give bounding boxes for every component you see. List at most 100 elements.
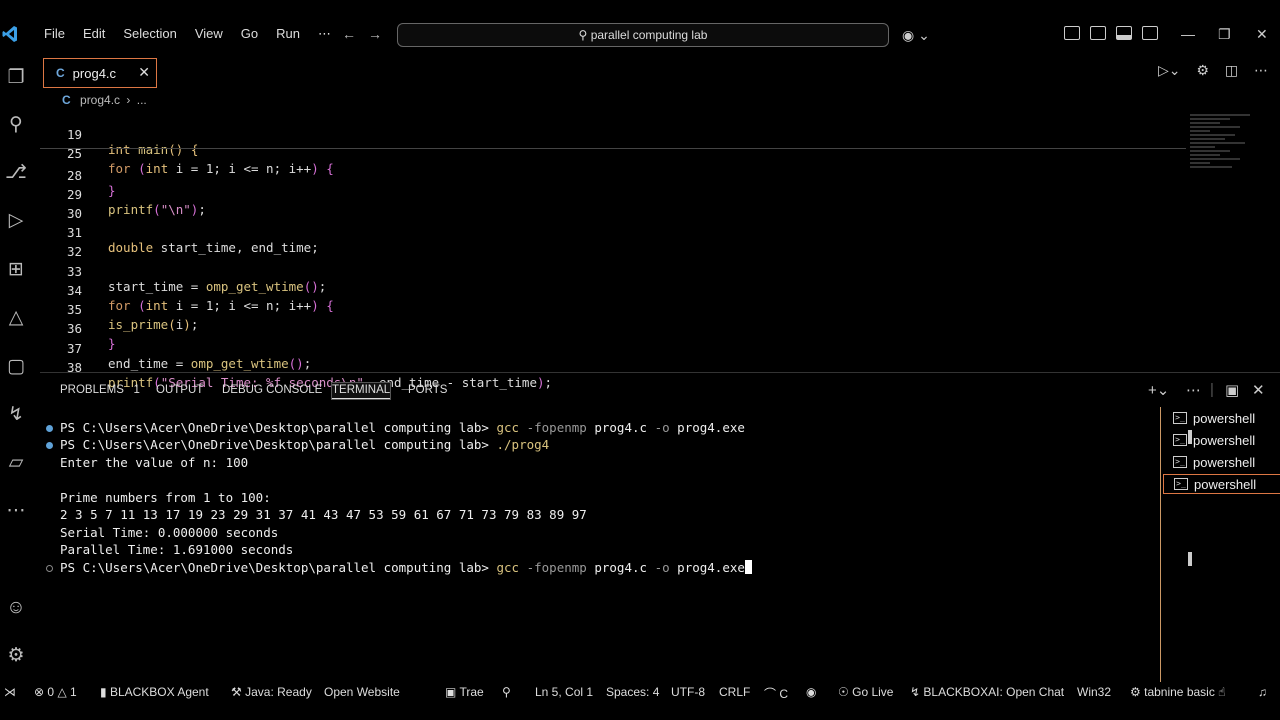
source-control-icon[interactable]: ⎇ [5, 162, 27, 184]
code-line: 38 printf("Serial Time: %f seconds\n", e… [40, 345, 1180, 390]
tab-output[interactable]: OUTPUT [156, 383, 203, 397]
terminal-output: Parallel Time: 1.691000 seconds [60, 542, 294, 557]
code-line: 32 [40, 229, 1180, 259]
open-website[interactable]: Open Website [324, 685, 400, 699]
toggle-secondary-sidebar-icon[interactable] [1142, 26, 1158, 40]
java-status-label: Java: Ready [245, 685, 312, 699]
menu-go[interactable]: Go [232, 26, 267, 42]
menu-more[interactable]: ⋯ [309, 26, 340, 42]
remote-indicator[interactable]: ⋊ [4, 685, 16, 699]
close-window-icon[interactable]: ✕ [1256, 26, 1268, 43]
title-bar: File Edit Selection View Go Run ⋯ ← → ⚲ p… [0, 0, 1280, 54]
sticky-scroll-divider [40, 148, 1186, 149]
accounts-icon[interactable]: ☺ [5, 597, 27, 619]
cursor-position[interactable]: Ln 5, Col 1 [535, 685, 593, 699]
customize-layout-icon[interactable] [1064, 26, 1080, 40]
cube-icon[interactable]: ▱ [5, 452, 27, 474]
split-editor-icon[interactable]: ◫ [1225, 62, 1238, 78]
terminal-name: powershell [1193, 432, 1256, 448]
explorer-icon[interactable]: ❐ [5, 67, 27, 89]
toggle-primary-sidebar-icon[interactable] [1090, 26, 1106, 40]
command-flag: -fopenmp [526, 560, 587, 575]
more-actions-icon[interactable]: ⋯ [1186, 381, 1201, 399]
indentation[interactable]: Spaces: 4 [606, 685, 659, 699]
extensions-icon[interactable]: ⊞ [5, 259, 27, 281]
minimap[interactable] [1190, 114, 1260, 184]
notifications-bell-icon[interactable]: ♫ [1258, 685, 1267, 699]
settings-gear-icon[interactable]: ⚙ [1196, 62, 1209, 78]
copilot-icon[interactable]: ◉ ⌄ [902, 27, 930, 44]
warning-icon: △ [57, 685, 67, 699]
nav-arrows: ← → [342, 26, 394, 42]
more-actions-icon[interactable]: ⋯ [1254, 62, 1268, 78]
run-file-icon[interactable]: ▷⌄ [1158, 62, 1181, 78]
java-status[interactable]: ⚒ Java: Ready [231, 685, 312, 699]
terminal[interactable]: PS C:\Users\Acer\OneDrive\Desktop\parall… [40, 420, 1192, 680]
code-line: 36 } [40, 306, 1180, 351]
tab-problems[interactable]: PROBLEMS 1 [60, 383, 140, 397]
command-success-icon[interactable] [46, 425, 53, 432]
command-flag: -fopenmp [526, 420, 587, 435]
command-arg: prog4.c [594, 420, 648, 435]
toggle-panel-icon[interactable] [1116, 26, 1132, 40]
editor-tabs: C prog4.c ✕ [40, 57, 1280, 88]
encoding[interactable]: UTF-8 [671, 685, 705, 699]
terminal-name: powershell [1193, 410, 1256, 426]
more-views-icon[interactable]: ⋯ [5, 500, 27, 522]
tab-terminal[interactable]: TERMINAL [330, 382, 392, 400]
prompt: PS C:\Users\Acer\OneDrive\Desktop\parall… [60, 560, 489, 575]
code-line: 30 [40, 191, 1180, 221]
blackboxai-chat[interactable]: ↯ BLACKBOXAI: Open Chat [910, 685, 1064, 699]
error-icon: ⊗ [34, 685, 45, 699]
menu-edit[interactable]: Edit [74, 26, 114, 42]
minimize-icon[interactable]: — [1181, 26, 1195, 42]
new-terminal-icon[interactable]: +⌄ [1148, 381, 1169, 399]
code-editor[interactable]: 19 int main() { 25 for (int i = 1; i <= … [40, 112, 1280, 390]
back-arrow-icon[interactable]: ← [342, 26, 356, 42]
tab-ports[interactable]: PORTS [408, 383, 447, 397]
run-debug-icon[interactable]: ▷ [5, 210, 27, 232]
command-center-search[interactable]: ⚲ parallel computing lab [397, 23, 889, 47]
command-flag: -o [654, 420, 670, 435]
end-of-line[interactable]: CRLF [719, 685, 750, 699]
command-arg: prog4.c [594, 560, 648, 575]
status-bar: ⋊ ⊗ 0 △ 1 ▮ BLACKBOX Agent ⚒ Java: Ready… [0, 682, 1280, 704]
menu-bar: File Edit Selection View Go Run ⋯ [35, 26, 340, 42]
terminal-instance[interactable]: >_ powershell [1163, 452, 1280, 472]
terminal-instance[interactable]: >_ powershell [1163, 408, 1280, 428]
problems-indicator[interactable]: ⊗ 0 △ 1 [34, 685, 77, 699]
zoom-icon[interactable]: ⚲ [502, 685, 511, 699]
menu-file[interactable]: File [35, 26, 74, 42]
breadcrumb-file[interactable]: prog4.c [80, 93, 120, 107]
platform[interactable]: Win32 [1077, 685, 1111, 699]
menu-view[interactable]: View [186, 26, 232, 42]
maximize-panel-icon[interactable]: ▣ [1225, 381, 1239, 399]
go-live[interactable]: ☉ Go Live [838, 685, 893, 699]
menu-run[interactable]: Run [267, 26, 309, 42]
trae-status[interactable]: ▣ Trae [445, 685, 484, 699]
tab-debug-console[interactable]: DEBUG CONSOLE [222, 383, 322, 397]
command-pending-icon[interactable] [46, 565, 53, 572]
testing-icon[interactable]: △ [5, 307, 27, 329]
breadcrumb-more[interactable]: ... [137, 93, 147, 107]
close-panel-icon[interactable]: ✕ [1252, 381, 1265, 399]
terminal-instance-active[interactable]: >_ powershell [1163, 474, 1280, 494]
search-icon[interactable]: ⚲ [5, 114, 27, 136]
settings-gear-icon[interactable]: ⚙ [5, 645, 27, 667]
tab-prog4-c[interactable]: C prog4.c ✕ [43, 58, 157, 88]
bolt-icon[interactable]: ↯ [5, 404, 27, 426]
tabnine-status[interactable]: ⚙ tabnine basic ☝ [1130, 685, 1225, 699]
terminal-instance[interactable]: >_ powershell [1163, 430, 1280, 450]
copilot-status-icon[interactable]: ◉ [806, 685, 816, 699]
menu-selection[interactable]: Selection [114, 26, 185, 42]
restore-icon[interactable]: ❐ [1218, 26, 1231, 43]
language-mode[interactable]: ⌒ C [764, 685, 788, 702]
code-line: 33 start_time = omp_get_wtime(); [40, 249, 1180, 294]
broadcast-icon: ☉ [838, 685, 849, 699]
forward-arrow-icon[interactable]: → [368, 26, 382, 42]
close-tab-icon[interactable]: ✕ [138, 64, 150, 81]
blackbox-agent[interactable]: ▮ BLACKBOX Agent [100, 685, 209, 699]
bookmark-icon: ▮ [100, 685, 107, 699]
command-success-icon[interactable] [46, 442, 53, 449]
remote-explorer-icon[interactable]: ▢ [5, 356, 27, 378]
